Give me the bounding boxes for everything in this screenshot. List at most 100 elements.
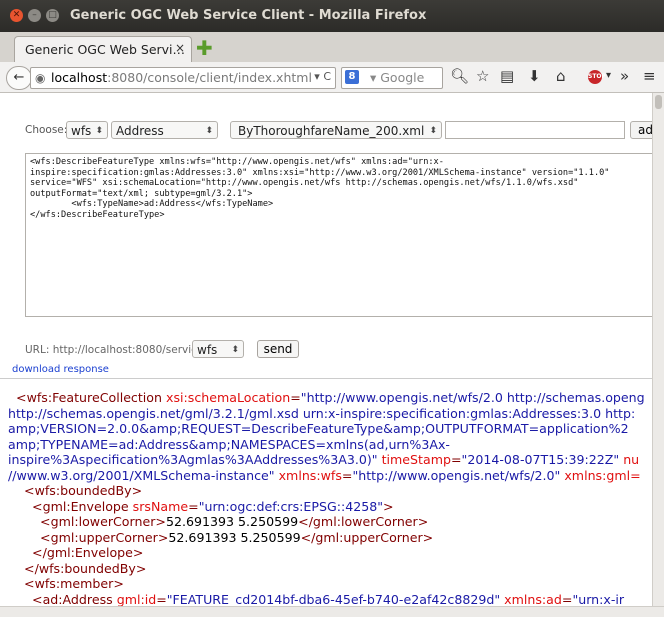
xml-token: </gml:lowerCorner> [298,514,429,529]
select-arrow-icon: ⬍ [205,126,213,136]
xml-token: <gml:Envelope [0,498,133,514]
select-arrow-icon: ⬍ [231,345,239,355]
response-line: <wfs:member> [0,576,645,592]
custom-name-input[interactable] [445,121,625,139]
response-line: inspire%3Aspecification%3Agmlas%3AAddres… [0,452,645,468]
xml-token: http://schemas.opengis.net/gml/3.2.1/gml… [0,405,636,421]
xml-token: > [383,498,394,514]
choose-label: Choose: [25,124,68,136]
search-icon[interactable]: 🔍︎ [450,67,469,85]
vertical-scrollbar[interactable] [652,93,664,606]
xml-token: = [290,390,301,405]
xml-token: </wfs:boundedBy> [0,560,147,576]
request-line: <wfs:TypeName>ad:Address</wfs:TypeName> [30,199,274,209]
tab-bar: Generic OGC Web Servi… × ✚ [0,32,664,63]
xml-token: "urn:ogc:def:crs:EPSG::4258" [198,498,384,514]
xml-token: </gml:Envelope> [0,545,144,560]
service-url-label: URL: http://localhost:8080/services/ [25,344,213,356]
example-select[interactable]: ByThoroughfareName_200.xml ⬍ [230,121,442,139]
tab-ogc-client[interactable]: Generic OGC Web Servi… × [14,36,192,63]
category-select[interactable]: Address ⬍ [111,121,218,139]
xml-token: "FEATURE_cd2014bf-dba6-45ef-b740-e2af42c… [166,591,505,607]
bookmark-star-icon[interactable]: ☆ [476,67,489,85]
response-line: <gml:lowerCorner>52.691393 5.250599</gml… [0,514,645,530]
url-text: localhost:8080/console/client/index.xhtm… [51,70,312,85]
xml-token: <gml:upperCorner> [0,529,169,545]
chevron-down-icon[interactable]: ▾ [606,70,611,81]
window-title: Generic OGC Web Service Client - Mozilla… [70,8,427,23]
xml-token: = [561,591,573,607]
reload-icon[interactable]: ▾ C [314,70,331,83]
response-line: <gml:upperCorner>52.691393 5.250599</gml… [0,530,645,546]
request-line: </wfs:DescribeFeatureType> [30,209,165,220]
xml-token: = [341,467,353,483]
request-line: service="WFS" xsi:schemaLocation="http:/… [30,178,579,188]
xml-token: "2014-08-07T15:39:22Z" [461,452,624,467]
scroll-thumb[interactable] [655,95,662,109]
response-line: <wfs:FeatureCollection xsi:schemaLocatio… [0,390,645,406]
response-line: </wfs:boundedBy> [0,561,645,577]
window-maximize-icon[interactable]: □ [46,9,59,22]
window-close-icon[interactable]: ✕ [10,9,23,22]
url-bar[interactable]: ◉ localhost:8080/console/client/index.xh… [30,67,336,89]
xml-token: inspire%3Aspecification%3Agmlas%3AAddres… [0,452,382,467]
back-button[interactable]: ← [6,66,32,90]
overflow-icon[interactable]: » [620,67,629,85]
send-button[interactable]: send [257,340,299,358]
xml-token: srsName [132,498,189,514]
response-line: amp;VERSION=2.0.0&amp;REQUEST=DescribeFe… [0,421,645,437]
response-xml: <wfs:FeatureCollection xsi:schemaLocatio… [0,390,645,606]
service-select[interactable]: wfs ⬍ [66,121,108,139]
xml-token: "http://www.opengis.net/wfs/2.0 http://s… [300,390,645,405]
xml-token: </gml:upperCorner> [300,529,434,545]
globe-icon: ◉ [35,71,46,85]
xml-token: xmlns:gml= [564,467,641,483]
add-button[interactable]: ad [630,121,652,139]
request-editor[interactable]: <wfs:DescribeFeatureType xmlns:wfs="http… [25,153,652,317]
xml-token: = [450,452,462,467]
response-line: http://schemas.opengis.net/gml/3.2.1/gml… [0,406,645,422]
search-input[interactable]: 8 ▾ Google [341,67,443,89]
search-engine-icon[interactable]: 8 [345,70,359,84]
xml-token: <gml:lowerCorner> [0,514,166,529]
xml-token: amp;TYPENAME=ad:Address&amp;NAMESPACES=x… [0,436,450,452]
adblock-icon[interactable]: STOP [588,70,606,84]
xml-token: <wfs:boundedBy> [0,483,143,498]
xml-token: timeStamp [381,452,451,467]
xml-token: xmlns:wfs [278,467,342,483]
xml-token: 52.691393 5.250599 [165,514,299,529]
response-line: <wfs:boundedBy> [0,483,645,499]
xml-token: "http://www.opengis.net/wfs/2.0" [352,467,565,483]
xml-token: nu [623,452,640,467]
xml-token: xmlns:ad [504,591,562,607]
tab-close-icon[interactable]: × [175,41,185,55]
response-line: //www.w3.org/2001/XMLSchema-instance" xm… [0,468,645,484]
download-icon[interactable]: ⬇ [528,67,541,85]
reading-list-icon[interactable]: ▤ [500,67,514,85]
xml-token: xsi:schemaLocation [166,390,291,405]
response-divider [0,378,652,379]
window-minimize-icon[interactable]: – [28,9,41,22]
response-line: amp;TYPENAME=ad:Address&amp;NAMESPACES=x… [0,437,645,453]
tab-label: Generic OGC Web Servi… [25,42,186,57]
select-arrow-icon: ⬍ [429,126,437,136]
xml-token: <wfs:FeatureCollection [0,390,166,405]
download-response-link[interactable]: download response [12,364,109,375]
xml-token: <wfs:member> [0,576,124,591]
select-arrow-icon: ⬍ [95,126,103,136]
xml-token: amp;VERSION=2.0.0&amp;REQUEST=DescribeFe… [0,421,629,436]
horizontal-scrollbar[interactable] [0,606,664,617]
xml-token: "urn:x-ir [572,591,625,607]
xml-token: = [156,591,167,607]
response-line: <gml:Envelope srsName="urn:ogc:def:crs:E… [0,499,645,515]
request-line: outputFormat="text/xml; subtype=gml/3.2.… [30,188,253,199]
navigation-toolbar: ← ◉ localhost:8080/console/client/index.… [0,62,664,93]
url-service-select[interactable]: wfs ⬍ [192,340,244,358]
new-tab-icon[interactable]: ✚ [196,36,213,60]
search-placeholder: ▾ Google [370,70,425,85]
menu-icon[interactable]: ≡ [643,67,656,85]
xml-token: //www.w3.org/2001/XMLSchema-instance" [0,467,279,483]
request-line: <wfs:DescribeFeatureType xmlns:wfs="http… [30,157,444,167]
xml-token: = [188,498,199,514]
home-icon[interactable]: ⌂ [556,67,566,85]
